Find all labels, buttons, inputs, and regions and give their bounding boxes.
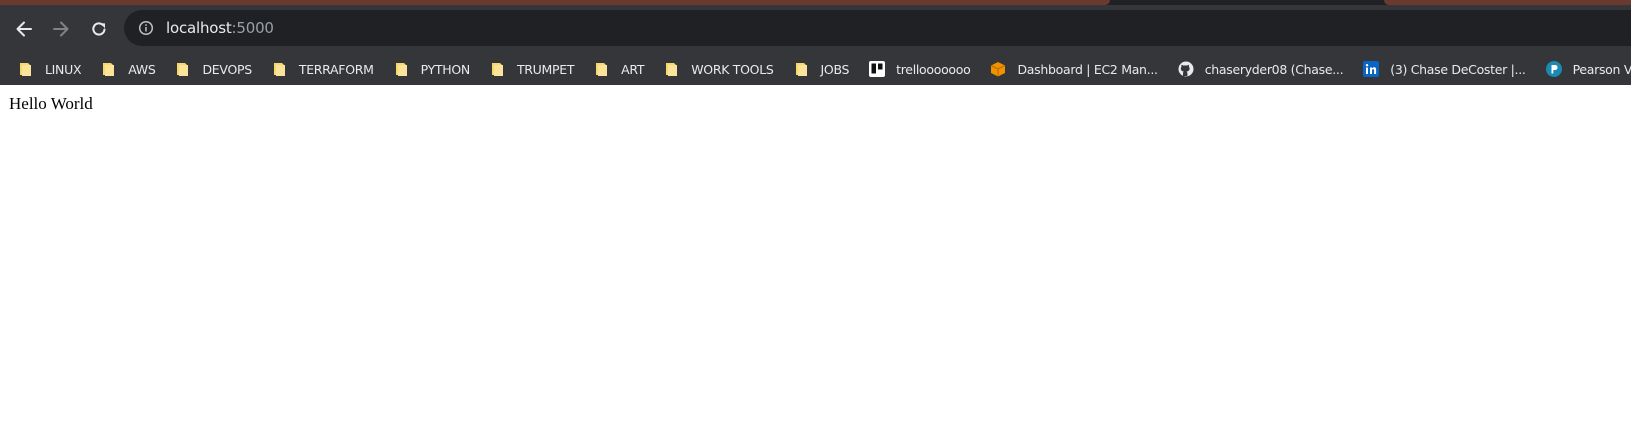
bookmark-label: (3) Chase DeCoster |... (1390, 61, 1526, 77)
bookmark-label: AWS (128, 61, 156, 77)
bookmark-label: TRUMPET (516, 61, 575, 77)
body-text: Hello World (9, 94, 93, 113)
bookmark-folder-trumpet[interactable]: TRUMPET (488, 55, 580, 83)
bookmark-label: trellooooooo (896, 61, 971, 77)
aws-box-icon (991, 62, 1006, 77)
bookmark-label: ART (621, 61, 645, 77)
bookmark-folder-terraform[interactable]: TERRAFORM (270, 55, 380, 83)
back-arrow-icon (16, 21, 32, 37)
folder-icon (20, 63, 31, 76)
url-host[interactable]: localhost (166, 19, 232, 37)
bookmark-linkedin[interactable]: (3) Chase DeCoster |... (1361, 55, 1531, 83)
folder-icon (795, 63, 807, 76)
bookmark-label: chaseryder08 (Chase... (1204, 61, 1344, 77)
reload-button[interactable] (81, 11, 117, 47)
bookmark-folder-devops[interactable]: DEVOPS (173, 55, 257, 83)
page-content: Hello World (0, 85, 1631, 442)
folder-icon (666, 63, 678, 76)
pearson-icon (1545, 61, 1562, 77)
bookmark-label: PYTHON (420, 61, 471, 77)
url-port[interactable]: :5000 (232, 19, 274, 37)
github-icon (1178, 61, 1194, 77)
browser-toolbar: localhost:5000 (0, 5, 1631, 53)
folder-icon (177, 63, 189, 76)
bookmark-label: WORK TOOLS (691, 61, 774, 77)
bookmark-folder-python[interactable]: PYTHON (392, 55, 476, 83)
bookmark-trello[interactable]: trellooooooo (867, 55, 976, 83)
bookmark-label: JOBS (820, 61, 850, 77)
bookmark-label: DEVOPS (202, 61, 252, 77)
linkedin-icon (1363, 61, 1380, 77)
trello-icon (869, 61, 886, 77)
bookmark-pearson-vue[interactable]: Pearson VUE - It's tim... (1544, 55, 1631, 83)
folder-icon (395, 63, 407, 76)
bookmark-label: Pearson VUE - It's tim... (1572, 61, 1631, 77)
bookmark-label: TERRAFORM (298, 61, 374, 77)
bookmark-label: Dashboard | EC2 Man... (1017, 61, 1158, 77)
bookmark-folder-aws[interactable]: AWS (99, 55, 161, 83)
address-bar[interactable]: localhost:5000 (124, 10, 1631, 46)
folder-icon (273, 63, 285, 76)
bookmark-label: LINUX (45, 61, 82, 77)
bookmarks-bar: LINUX AWS DEVOPS TERRAFORM PYTHON TRUMPE… (0, 53, 1631, 85)
folder-icon (491, 63, 503, 76)
bookmark-ec2-dashboard[interactable]: Dashboard | EC2 Man... (988, 55, 1163, 83)
back-button[interactable] (6, 11, 42, 47)
forward-button[interactable] (43, 11, 79, 47)
folder-icon (103, 63, 115, 76)
bookmark-folder-work-tools[interactable]: WORK TOOLS (662, 55, 779, 83)
reload-icon (92, 22, 106, 36)
bookmark-folder-jobs[interactable]: JOBS (792, 55, 856, 83)
bookmark-folder-linux[interactable]: LINUX (16, 55, 87, 83)
forward-arrow-icon (53, 21, 69, 37)
folder-icon (596, 63, 608, 76)
bookmark-folder-art[interactable]: ART (592, 55, 650, 83)
info-icon[interactable] (138, 20, 154, 36)
bookmark-github[interactable]: chaseryder08 (Chase... (1176, 55, 1350, 83)
